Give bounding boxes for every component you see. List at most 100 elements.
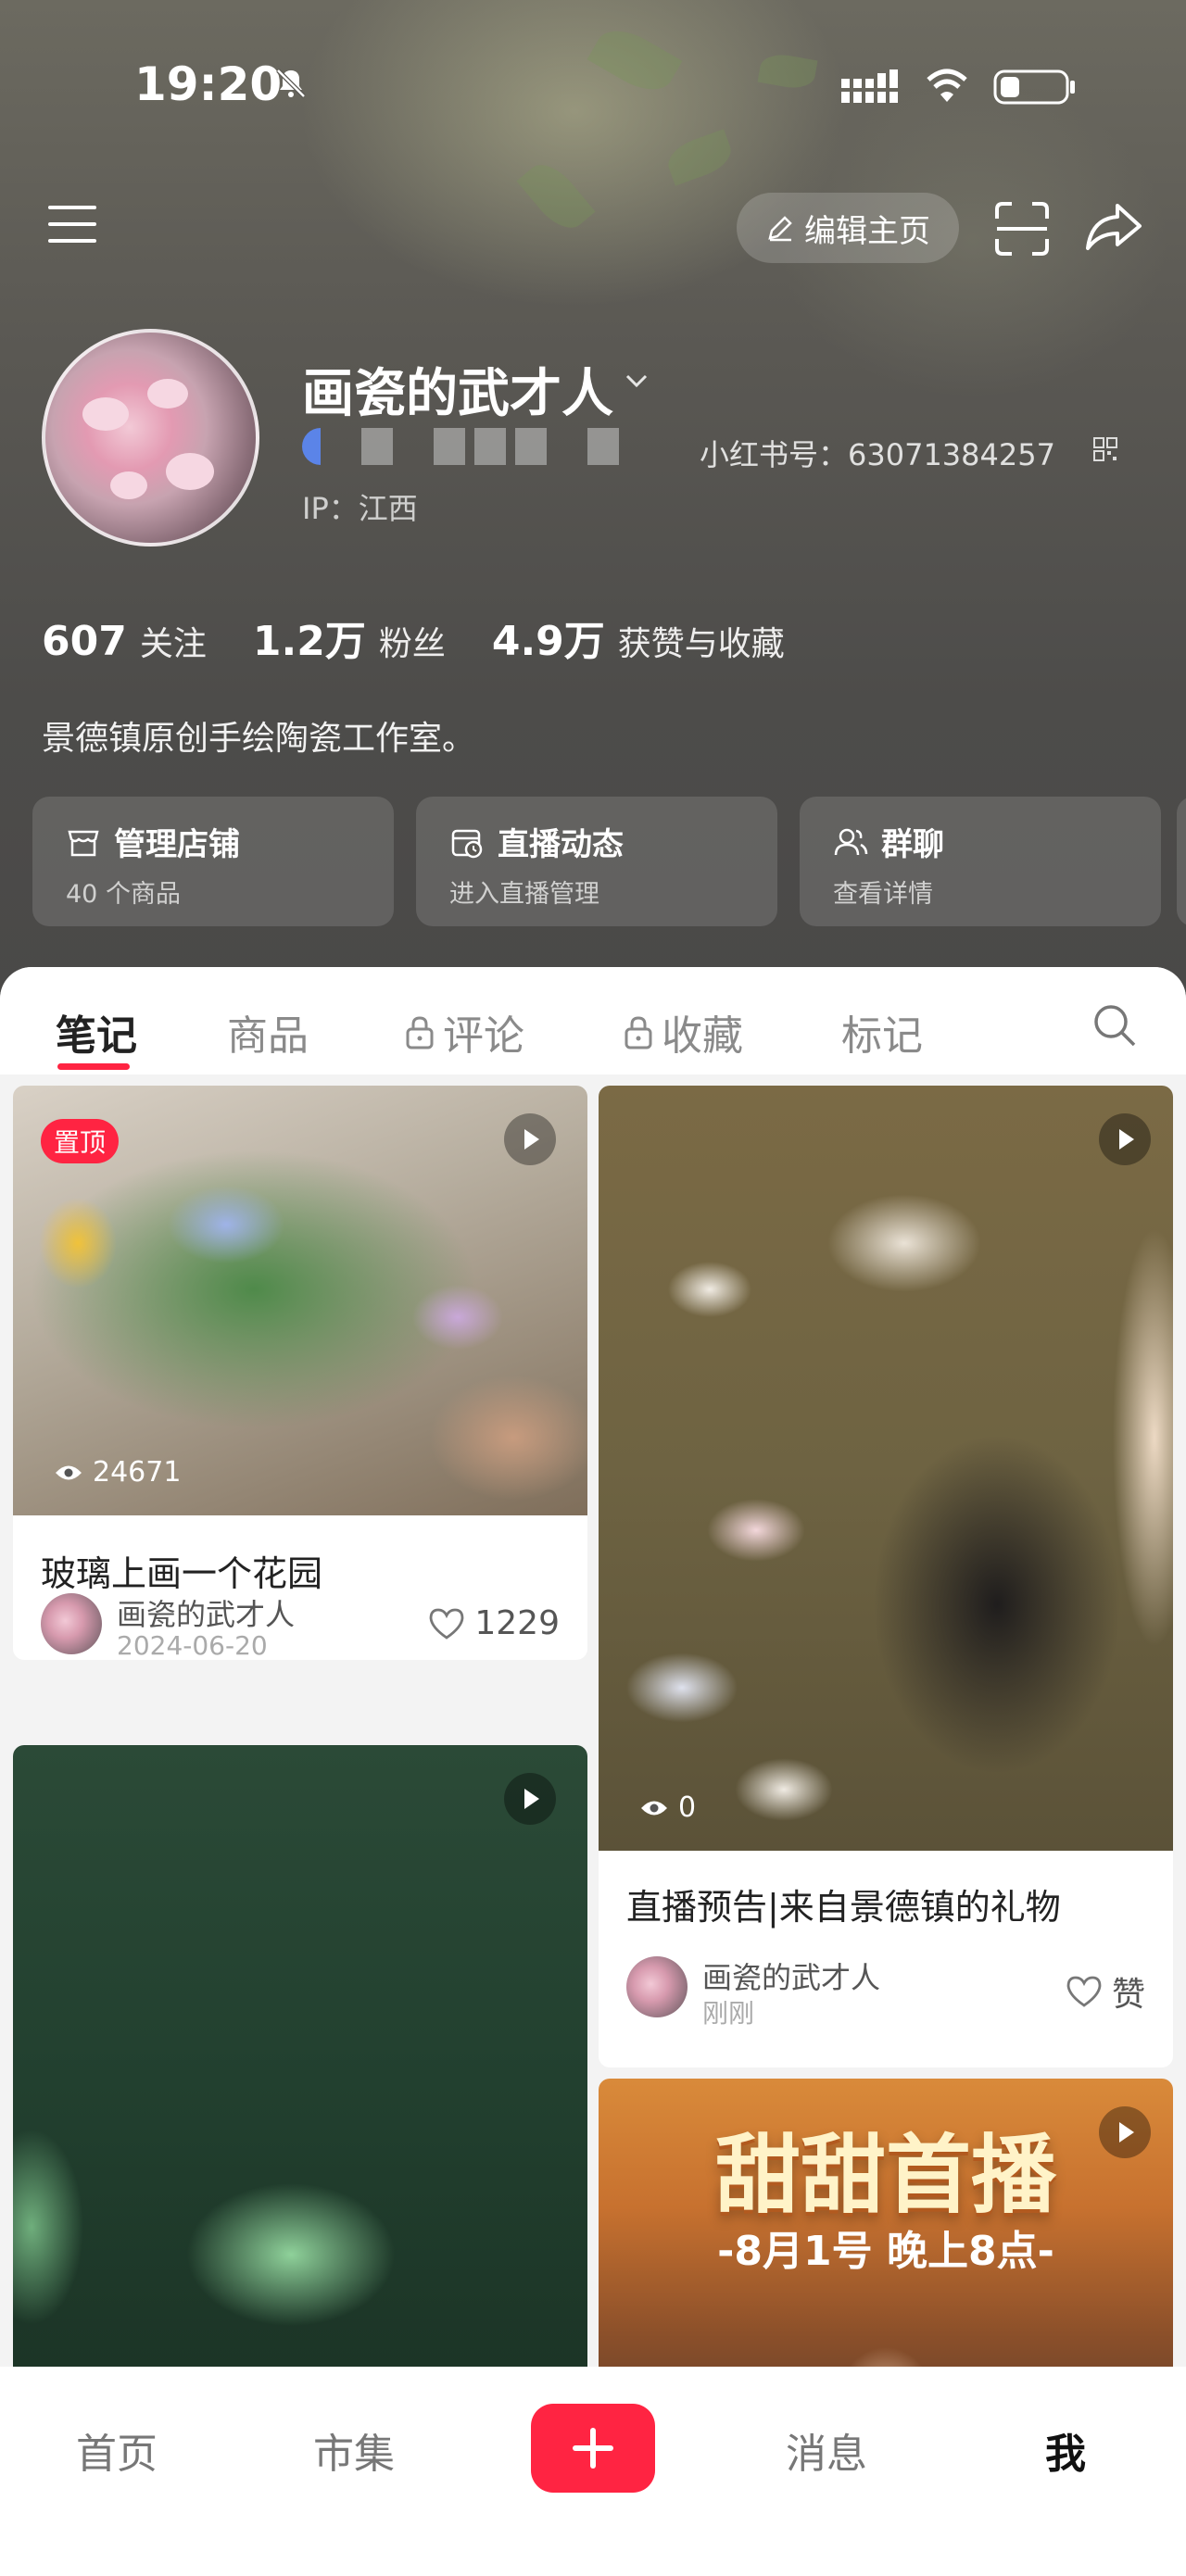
card-live-updates[interactable]: 直播动态 进入直播管理 (416, 797, 777, 926)
ip-location: IP：江西 (302, 491, 418, 526)
red-id: 小红书号：63071384257 (700, 437, 1055, 472)
view-count-value: 24671 (93, 1456, 182, 1489)
decor-leaf (587, 19, 683, 102)
following-count[interactable]: 607 (42, 618, 127, 665)
like-count: 1229 (474, 1604, 560, 1642)
profile-bio: 景德镇原创手绘陶瓷工作室。 (42, 720, 476, 758)
card-title: 群聊 (881, 826, 944, 863)
content-panel: 笔记 商品 评论 收藏 标记 置顶 24671 玻璃上画一个花园 画瓷的武才人 … (0, 967, 1186, 2576)
view-count: 0 (639, 1791, 696, 1824)
plus-icon (573, 2428, 613, 2469)
chevron-down-icon[interactable] (623, 367, 650, 395)
qr-code-icon[interactable] (1093, 437, 1117, 461)
avatar-petal (110, 471, 147, 499)
tab-comments[interactable]: 评论 (404, 1002, 524, 1062)
profile-name[interactable]: 画瓷的武才人 (302, 352, 613, 427)
like-button[interactable]: 1229 (428, 1604, 560, 1642)
profile-tabs: 笔记 商品 评论 收藏 标记 (0, 967, 1186, 1074)
card-title: 直播动态 (498, 826, 624, 863)
like-count: 赞 (1111, 1976, 1145, 2014)
decor-leaf (516, 155, 596, 238)
scan-icon[interactable] (993, 200, 1051, 258)
author-avatar (41, 1593, 102, 1654)
lock-icon (406, 1016, 434, 1049)
author-name: 画瓷的武才人 (117, 1597, 296, 1632)
video-play-icon (1099, 1113, 1151, 1165)
eye-icon (641, 1801, 667, 1815)
lock-icon (625, 1016, 652, 1049)
note-cover-image (599, 1086, 1173, 1851)
likes-collects-label[interactable]: 获赞与收藏 (618, 617, 785, 665)
search-icon[interactable] (1091, 1002, 1138, 1049)
profile-stats: 607 关注 1.2万 粉丝 4.9万 获赞与收藏 (42, 608, 831, 667)
group-icon (834, 828, 868, 855)
card-title: 管理店铺 (114, 826, 240, 863)
decor-leaf (662, 129, 737, 186)
video-play-icon (504, 1113, 556, 1165)
note-cover-image (13, 1745, 587, 2412)
nav-market[interactable]: 市集 (313, 2420, 395, 2480)
store-icon (68, 830, 99, 856)
avatar-petal (147, 379, 188, 408)
blurred-badges (302, 428, 619, 465)
bell-muted-icon (276, 69, 306, 98)
status-time: 19:20 (134, 57, 283, 111)
profile-avatar[interactable] (42, 329, 259, 547)
tab-notes[interactable]: 笔记 (56, 1002, 137, 1062)
tab-marks[interactable]: 标记 (841, 1002, 923, 1062)
author-name: 画瓷的武才人 (702, 1960, 881, 1995)
banner-title: 甜甜首播 (714, 2126, 1056, 2225)
note-card[interactable] (13, 1745, 587, 2412)
card-subtitle: 40 个商品 (66, 880, 181, 909)
card-group-chat[interactable]: 群聊 查看详情 (800, 797, 1161, 926)
tab-products[interactable]: 商品 (227, 1002, 309, 1062)
card-manage-store[interactable]: 管理店铺 40 个商品 (32, 797, 394, 926)
card-overflow-edge (1177, 797, 1186, 926)
note-card[interactable]: 0 直播预告|来自景德镇的礼物 画瓷的武才人 刚刚 赞 (599, 1086, 1173, 2067)
eye-icon (56, 1465, 82, 1479)
note-card[interactable]: 置顶 24671 玻璃上画一个花园 画瓷的武才人 2024-06-20 1229 (13, 1086, 587, 1660)
heart-icon (1066, 1976, 1102, 2007)
card-subtitle: 进入直播管理 (449, 880, 599, 909)
edit-profile-button[interactable]: 编辑主页 (737, 193, 959, 263)
avatar-petal (82, 397, 129, 431)
note-date: 2024-06-20 (117, 1630, 268, 1660)
followers-label[interactable]: 粉丝 (379, 617, 446, 665)
edit-profile-label: 编辑主页 (804, 212, 930, 250)
following-label[interactable]: 关注 (140, 617, 207, 665)
shortcut-cards: 管理店铺 40 个商品 直播动态 进入直播管理 群聊 查看详情 (32, 797, 1161, 926)
like-button[interactable]: 赞 (1066, 1967, 1145, 2016)
note-date: 刚刚 (702, 1998, 755, 2029)
tab-collections[interactable]: 收藏 (623, 1002, 743, 1062)
card-subtitle: 查看详情 (833, 880, 933, 909)
tab-label: 收藏 (662, 1012, 743, 1060)
active-tab-indicator (57, 1063, 130, 1070)
cellular-signal-icon (841, 69, 898, 103)
battery-icon (993, 69, 1075, 105)
heart-icon (429, 1608, 464, 1640)
publish-button[interactable] (531, 2404, 655, 2493)
bottom-nav: 首页 市集 消息 我 (0, 2367, 1186, 2576)
banner-subtitle: -8月1号 晚上8点- (717, 2228, 1054, 2275)
nav-home[interactable]: 首页 (76, 2420, 158, 2480)
pencil-icon (768, 216, 792, 242)
nav-messages[interactable]: 消息 (786, 2420, 867, 2480)
followers-count[interactable]: 1.2万 (253, 608, 366, 667)
view-count-value: 0 (678, 1791, 697, 1824)
likes-collects-count[interactable]: 4.9万 (492, 608, 605, 667)
decor-leaf (757, 51, 818, 92)
menu-icon[interactable] (48, 202, 102, 248)
author-avatar (626, 1956, 688, 2017)
wifi-icon (927, 69, 967, 102)
view-count: 24671 (54, 1456, 181, 1489)
live-calendar-icon (451, 829, 483, 858)
tab-label: 评论 (443, 1012, 524, 1060)
nav-me[interactable]: 我 (1045, 2420, 1086, 2480)
share-icon[interactable] (1082, 196, 1143, 258)
pinned-badge: 置顶 (41, 1119, 120, 1163)
video-play-icon (504, 1773, 556, 1825)
note-title: 玻璃上画一个花园 (41, 1553, 323, 1594)
note-title: 直播预告|来自景德镇的礼物 (626, 1887, 1061, 1928)
avatar-petal (166, 453, 214, 490)
video-play-icon (1099, 2106, 1151, 2158)
